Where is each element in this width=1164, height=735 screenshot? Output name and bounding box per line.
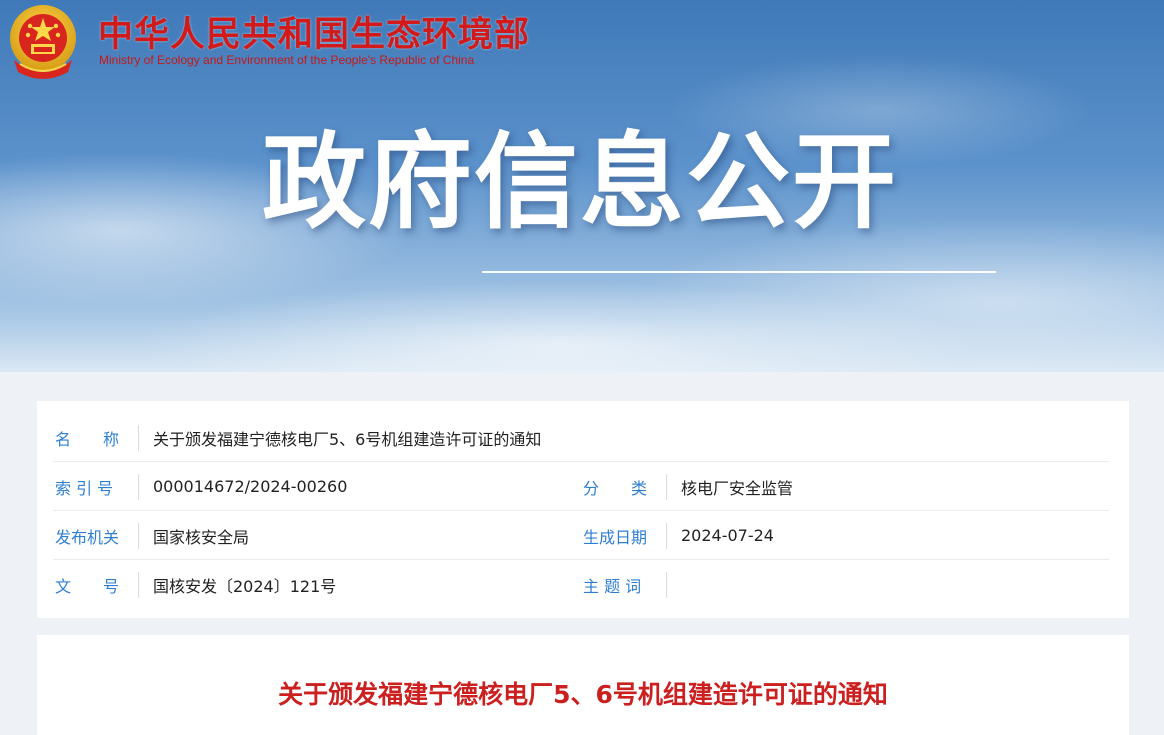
national-emblem-icon[interactable] [6, 2, 80, 82]
hero-divider [482, 271, 996, 273]
metadata-row-publisher: 发布机关 国家核安全局 生成日期 2024-07-24 [53, 511, 1109, 560]
org-name-cn[interactable]: 中华人民共和国生态环境部 [98, 6, 530, 57]
docno-value: 国核安发〔2024〕121号 [153, 576, 337, 596]
category-value: 核电厂安全监管 [681, 478, 794, 498]
index-value: 000014672/2024-00260 [153, 477, 348, 496]
metadata-table: 名 称 关于颁发福建宁德核电厂5、6号机组建造许可证的通知 索 引 号 0000… [37, 401, 1129, 618]
header-banner: 中华人民共和国生态环境部 Ministry of Ecology and Env… [0, 0, 1164, 372]
keywords-label: 主 题 词 [581, 560, 667, 609]
org-name-en[interactable]: Ministry of Ecology and Environment of t… [99, 53, 474, 67]
index-label: 索 引 号 [53, 462, 139, 511]
metadata-row-name: 名 称 关于颁发福建宁德核电厂5、6号机组建造许可证的通知 [53, 413, 1109, 462]
metadata-row-docno: 文 号 国核安发〔2024〕121号 主 题 词 [53, 560, 1109, 609]
document-title: 关于颁发福建宁德核电厂5、6号机组建造许可证的通知 [278, 680, 888, 709]
metadata-row-index: 索 引 号 000014672/2024-00260 分 类 核电厂安全监管 [53, 462, 1109, 511]
category-label: 分 类 [581, 462, 667, 511]
docno-label: 文 号 [53, 560, 139, 609]
name-value: 关于颁发福建宁德核电厂5、6号机组建造许可证的通知 [153, 429, 542, 449]
document-body: 关于颁发福建宁德核电厂5、6号机组建造许可证的通知 [37, 635, 1129, 735]
date-value: 2024-07-24 [681, 526, 774, 545]
name-label: 名 称 [53, 413, 139, 462]
hero-title: 政府信息公开 [262, 121, 899, 243]
publisher-value: 国家核安全局 [153, 527, 250, 547]
date-label: 生成日期 [581, 511, 667, 560]
publisher-label: 发布机关 [53, 511, 139, 560]
